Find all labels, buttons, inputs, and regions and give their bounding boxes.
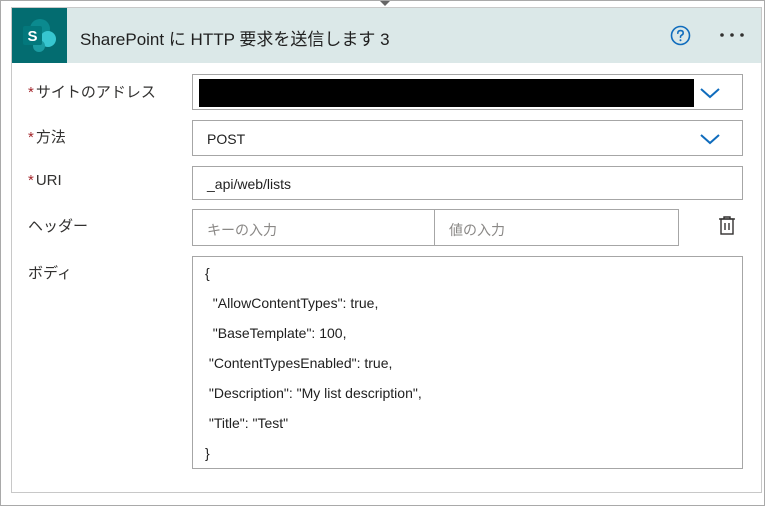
- method-value: POST: [207, 131, 246, 147]
- action-title: SharePoint に HTTP 要求を送信します 3: [80, 30, 390, 49]
- connector-arrow: [380, 1, 390, 6]
- body-label: ボディ: [28, 265, 72, 282]
- body-line: "Description": "My list description",: [205, 385, 422, 401]
- method-label: * 方法: [28, 129, 66, 146]
- uri-value: _api/web/lists: [207, 176, 292, 192]
- required-marker: *: [28, 84, 34, 101]
- uri-input[interactable]: _api/web/lists: [192, 166, 743, 200]
- delete-row-icon[interactable]: [717, 215, 737, 237]
- more-ellipsis-icon[interactable]: [717, 25, 747, 45]
- body-line: "ContentTypesEnabled": true,: [205, 355, 393, 371]
- canvas: S SharePoint に HTTP 要求を送信します 3 * サイトのアドレ…: [0, 0, 765, 506]
- header-key-input[interactable]: キーの入力: [192, 209, 435, 246]
- body-line: }: [205, 445, 210, 461]
- body-line: "AllowContentTypes": true,: [205, 295, 379, 311]
- action-header[interactable]: S SharePoint に HTTP 要求を送信します 3: [12, 8, 761, 63]
- headers-label: ヘッダー: [28, 218, 89, 235]
- chevron-down-icon[interactable]: [698, 85, 722, 101]
- body-textarea[interactable]: { "AllowContentTypes": true, "BaseTempla…: [192, 256, 743, 469]
- body-line: "BaseTemplate": 100,: [205, 325, 347, 341]
- sharepoint-icon: S: [12, 8, 67, 63]
- site-address-label: * サイトのアドレス: [28, 84, 156, 101]
- site-address-dropdown[interactable]: [192, 74, 743, 110]
- uri-label: * URI: [28, 172, 62, 189]
- required-marker: *: [28, 129, 34, 146]
- chevron-down-icon[interactable]: [698, 131, 722, 147]
- header-key-placeholder: キーの入力: [207, 222, 277, 238]
- body-line: "Title": "Test": [205, 415, 289, 431]
- body-line: {: [205, 265, 210, 281]
- redacted-value: [199, 79, 694, 107]
- header-value-input[interactable]: 値の入力: [434, 209, 679, 246]
- svg-text:S: S: [27, 28, 37, 45]
- action-card: S SharePoint に HTTP 要求を送信します 3 * サイトのアドレ…: [11, 7, 762, 493]
- header-value-placeholder: 値の入力: [449, 222, 505, 238]
- method-dropdown[interactable]: POST: [192, 120, 743, 156]
- required-marker: *: [28, 172, 34, 189]
- help-circle-icon[interactable]: [670, 25, 691, 46]
